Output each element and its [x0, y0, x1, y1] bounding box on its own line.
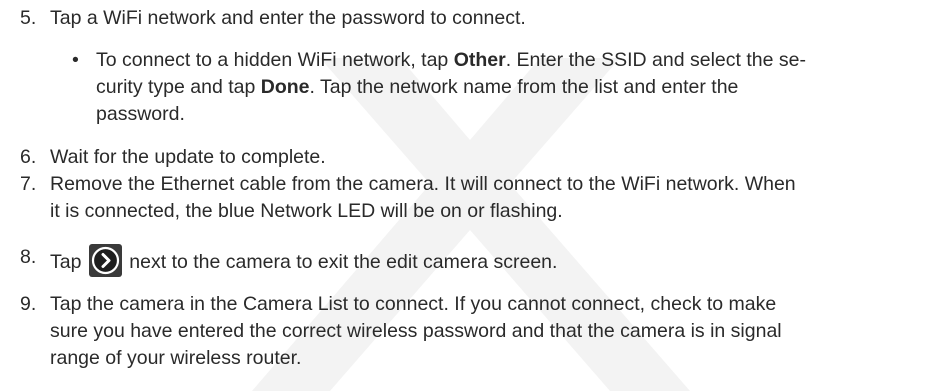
text-run: next to the camera to exit the edit came…: [129, 251, 558, 273]
text-run: . Tap the network name from the list and…: [309, 76, 739, 98]
step-text-line-3: range of your wireless router.: [50, 347, 302, 369]
step-number: 5.: [20, 7, 37, 29]
bullet-marker: •: [72, 49, 79, 71]
step-text: Wait for the update to complete.: [50, 146, 326, 168]
step-number: 7.: [20, 173, 37, 195]
text-run: . Enter the SSID and select the se-: [505, 49, 806, 71]
text-run: curity type and tap: [96, 76, 261, 98]
arrow-circle-icon: [88, 244, 122, 277]
step-text-line-2: it is connected, the blue Network LED wi…: [50, 200, 563, 222]
step-number: 6.: [20, 146, 37, 168]
done-label: Done: [260, 76, 310, 98]
step-number: 8.: [20, 246, 37, 268]
text-run: Tap: [50, 251, 82, 273]
step-number: 9.: [20, 293, 37, 315]
bullet-line-1: To connect to a hidden WiFi network, tap…: [96, 47, 926, 74]
other-label: Other: [453, 49, 506, 71]
step-text-line-2: sure you have entered the correct wirele…: [50, 320, 782, 342]
step-text-line-1: Tap the camera in the Camera List to con…: [50, 293, 777, 315]
text-run: To connect to a hidden WiFi network, tap: [96, 49, 454, 71]
bullet-line-3: password.: [96, 103, 185, 125]
bullet-line-2: curity type and tap Done. Tap the networ…: [96, 74, 926, 101]
step-text: Tap next to the camera to exit the edit …: [50, 244, 930, 277]
step-text: Tap a WiFi network and enter the passwor…: [50, 7, 526, 29]
step-text-line-1: Remove the Ethernet cable from the camer…: [50, 173, 796, 195]
